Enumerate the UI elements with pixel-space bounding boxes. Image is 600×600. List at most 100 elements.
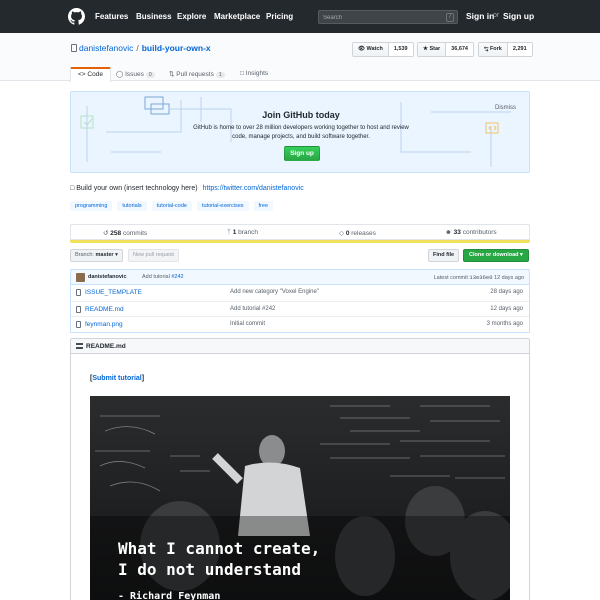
topic-tag[interactable]: tutorial-exercises <box>196 201 249 211</box>
issue-icon: ◯ <box>116 71 124 78</box>
commit-message: Add tutorial #242 <box>142 274 184 280</box>
submit-tutorial-link[interactable]: Submit tutorial <box>92 375 141 382</box>
emoji-icon: □ <box>70 185 75 192</box>
tab-pull-requests-label: Pull requests <box>176 71 214 78</box>
commit-author[interactable]: danistefanovic <box>88 274 127 280</box>
site-header: Features Business Explore Marketplace Pr… <box>0 0 600 33</box>
search-box: / <box>318 10 458 24</box>
nav-explore[interactable]: Explore <box>177 12 206 21</box>
fork-button-group: ⥃ Fork 2,291 <box>478 42 533 57</box>
avatar[interactable] <box>76 273 85 282</box>
description-url[interactable]: https://twitter.com/danistefanovic <box>203 185 304 192</box>
repo-name-link[interactable]: build-your-own-x <box>142 43 211 53</box>
repo-owner-link[interactable]: danistefanovic <box>79 43 133 53</box>
quote-text: What I cannot create, I do not understan… <box>118 538 320 580</box>
watch-count[interactable]: 1,539 <box>388 43 413 56</box>
sign-up-link[interactable]: Sign up <box>503 11 534 21</box>
branch-name: master <box>95 252 114 258</box>
signup-banner: Join GitHub today GitHub is home to over… <box>70 91 530 173</box>
star-button-group: ★ Star 36,674 <box>417 42 474 57</box>
readme-header: README.md <box>71 339 529 354</box>
contributors-link[interactable]: ☻ 33 contributors <box>445 229 497 236</box>
branches-link[interactable]: ᛉ 1 branch <box>227 229 258 236</box>
commits-label: commits <box>122 230 148 237</box>
fork-count[interactable]: 2,291 <box>507 43 532 56</box>
file-icon <box>76 289 81 296</box>
issues-counter: 0 <box>145 72 155 78</box>
fork-label: Fork <box>489 46 502 52</box>
tab-pull-requests[interactable]: ⇅ Pull requests 1 <box>169 67 225 81</box>
code-icon: <> <box>78 71 86 78</box>
tab-issues[interactable]: ◯ Issues 0 <box>116 67 155 81</box>
file-icon <box>76 305 81 313</box>
topic-tag[interactable]: free <box>253 201 274 211</box>
branch-select-button[interactable]: Branch: master ▾ <box>70 249 123 262</box>
history-icon: ↺ <box>103 230 109 237</box>
file-age: 12 days ago <box>490 305 523 312</box>
pull-request-icon: ⇅ <box>169 71 175 78</box>
tag-icon: ◇ <box>339 230 344 237</box>
star-label: Star <box>429 46 441 52</box>
topic-tag[interactable]: programming <box>70 201 113 211</box>
find-file-button[interactable]: Find file <box>428 249 460 262</box>
releases-count: 0 <box>345 230 350 237</box>
commit-pr-link[interactable]: #242 <box>171 274 183 280</box>
file-commit-message[interactable]: Add new category "Voxel Engine" <box>230 289 319 295</box>
dismiss-button[interactable]: Dismiss <box>495 105 516 111</box>
commit-tease: danistefanovic Add tutorial #242 Latest … <box>70 269 530 285</box>
signup-button[interactable]: Sign up <box>284 146 320 161</box>
file-age: 3 months ago <box>486 321 523 327</box>
chevron-down-icon: ▾ <box>115 252 118 258</box>
tab-insights[interactable]: □ Insights <box>240 67 268 81</box>
branch-prefix: Branch: <box>75 252 94 258</box>
feynman-image: What I cannot create, I do not understan… <box>90 396 510 600</box>
search-input[interactable] <box>323 12 443 23</box>
clone-download-button[interactable]: Clone or download ▾ <box>463 249 529 262</box>
readme-title: README.md <box>86 343 126 350</box>
tab-insights-label: Insights <box>245 70 269 77</box>
topic-tag[interactable]: tutorials <box>117 201 147 211</box>
latest-commit-info: Latest commit 13e36e0 12 days ago <box>434 274 524 281</box>
submit-tutorial: [Submit tutorial] <box>90 375 144 382</box>
contributors-label: contributors <box>462 229 497 236</box>
repo-header: danistefanovic / build-your-own-x 👁 Watch … <box>0 33 600 82</box>
tab-issues-label: Issues <box>125 71 144 78</box>
file-commit-message[interactable]: Initial commit <box>230 321 265 327</box>
quote-line: I do not understand <box>118 560 302 579</box>
commits-count: 258 <box>110 230 122 237</box>
github-logo-icon[interactable] <box>68 8 85 25</box>
file-name[interactable]: feynman.png <box>85 321 123 328</box>
releases-link[interactable]: ◇ 0 releases <box>339 229 376 237</box>
tab-code[interactable]: <> Code <box>70 67 111 82</box>
description-text: Build your own (insert technology here) <box>76 185 198 192</box>
new-pull-request-button[interactable]: New pull request <box>128 249 179 262</box>
star-count[interactable]: 36,674 <box>446 43 473 56</box>
file-commit-message[interactable]: Add tutorial #242 <box>230 306 275 312</box>
sign-in-link[interactable]: Sign in <box>466 11 494 21</box>
tab-code-label: Code <box>87 71 103 78</box>
branches-count: 1 <box>232 229 237 236</box>
nav-pricing[interactable]: Pricing <box>266 12 293 21</box>
bracket-close: ] <box>141 375 145 382</box>
topic-tag[interactable]: tutorial-code <box>151 201 192 211</box>
latest-commit-label: Latest commit <box>433 275 468 281</box>
commit-message-link[interactable]: Add tutorial <box>142 274 170 280</box>
branches-label: branch <box>238 229 259 236</box>
repo-title-separator: / <box>136 43 139 53</box>
file-name[interactable]: ISSUE_TEMPLATE <box>85 289 142 296</box>
people-icon: ☻ <box>445 229 452 236</box>
watch-button[interactable]: 👁 Watch <box>353 43 389 56</box>
nav-features[interactable]: Features <box>95 12 128 21</box>
file-name[interactable]: README.md <box>85 306 124 313</box>
commits-link[interactable]: ↺ 258 commits <box>103 229 147 237</box>
file-icon <box>76 321 81 328</box>
quote-line: What I cannot create, <box>118 539 321 558</box>
nav-marketplace[interactable]: Marketplace <box>214 12 260 21</box>
commit-sha[interactable]: 13e36e0 <box>469 274 492 281</box>
nav-business[interactable]: Business <box>136 12 172 21</box>
fork-button[interactable]: ⥃ Fork <box>479 43 508 56</box>
star-button[interactable]: ★ Star <box>418 43 447 56</box>
auth-or-text: or <box>493 12 500 19</box>
watch-label: Watch <box>366 46 383 52</box>
clone-label: Clone or download <box>469 252 519 258</box>
